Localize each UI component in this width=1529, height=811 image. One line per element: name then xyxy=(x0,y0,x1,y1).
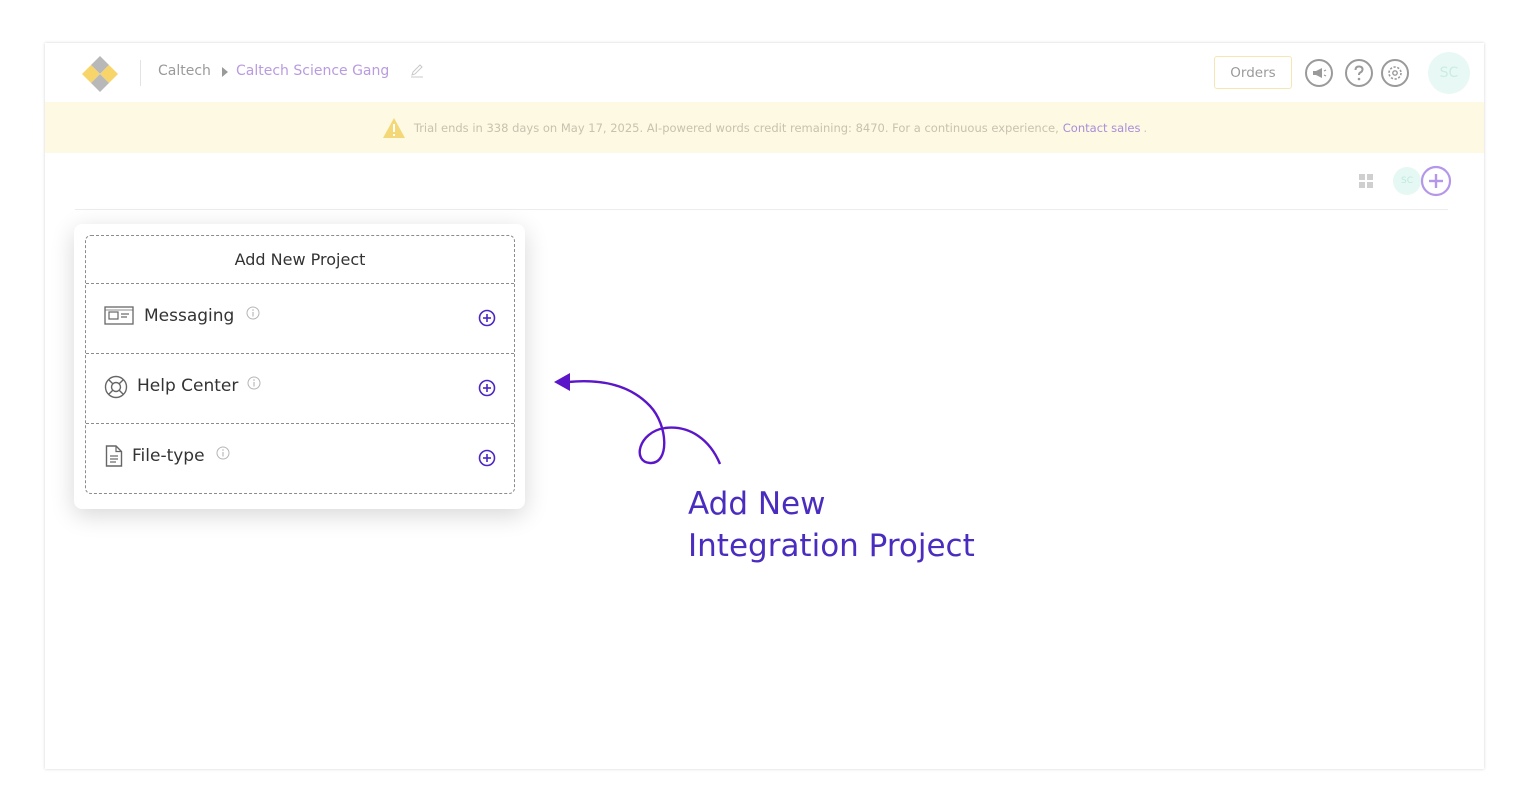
document-icon xyxy=(105,445,123,467)
info-icon[interactable] xyxy=(216,446,230,460)
breadcrumb-caret-icon xyxy=(222,67,228,77)
megaphone-icon[interactable] xyxy=(1304,58,1334,88)
banner-suffix: . xyxy=(1143,120,1148,135)
project-type-help-center[interactable]: Help Center xyxy=(86,354,514,424)
app-window: Caltech Caltech Science Gang Orders SC T… xyxy=(45,43,1484,769)
user-avatar[interactable]: SC xyxy=(1428,52,1470,94)
info-icon[interactable] xyxy=(247,376,261,390)
add-project-panel: Add New Project Messaging Help Center Fi… xyxy=(85,235,515,494)
annotation-arrow-icon xyxy=(554,373,722,465)
project-type-messaging[interactable]: Messaging xyxy=(86,284,514,354)
app-logo[interactable] xyxy=(79,52,121,94)
add-circle-icon[interactable] xyxy=(478,309,496,327)
add-project-popover: Add New Project Messaging Help Center Fi… xyxy=(74,224,525,509)
breadcrumb-org[interactable]: Caltech xyxy=(158,63,211,79)
grid-view-icon[interactable] xyxy=(1359,174,1373,188)
popover-title: Add New Project xyxy=(86,236,514,284)
toolbar-divider xyxy=(75,209,1448,210)
annotation-label: Add New Integration Project xyxy=(688,483,975,567)
add-circle-icon[interactable] xyxy=(478,449,496,467)
annotation-line-1: Add New xyxy=(688,486,826,522)
project-type-label: Messaging xyxy=(144,306,235,326)
trial-message: Trial ends in 338 days on May 17, 2025. … xyxy=(413,120,1059,135)
annotation-line-2: Integration Project xyxy=(688,528,975,564)
breadcrumb-workspace[interactable]: Caltech Science Gang xyxy=(236,63,389,79)
contact-sales-link[interactable]: Contact sales xyxy=(1063,121,1141,135)
member-avatar[interactable]: SC xyxy=(1393,167,1421,195)
lifebuoy-icon xyxy=(104,375,128,399)
project-type-file-type[interactable]: File-type xyxy=(86,424,514,494)
add-project-button[interactable] xyxy=(1420,165,1452,197)
project-type-label: Help Center xyxy=(137,376,239,396)
help-icon[interactable] xyxy=(1344,58,1374,88)
header-divider xyxy=(140,60,141,86)
settings-gear-icon[interactable] xyxy=(1380,58,1410,88)
info-icon[interactable] xyxy=(246,306,260,320)
top-header: Caltech Caltech Science Gang Orders SC xyxy=(45,43,1484,102)
add-circle-icon[interactable] xyxy=(478,379,496,397)
warning-icon xyxy=(382,117,405,138)
project-type-label: File-type xyxy=(132,446,205,466)
messaging-icon xyxy=(104,306,134,325)
orders-button[interactable]: Orders xyxy=(1214,56,1292,89)
pencil-icon[interactable] xyxy=(409,62,425,78)
trial-banner: Trial ends in 338 days on May 17, 2025. … xyxy=(45,102,1484,153)
